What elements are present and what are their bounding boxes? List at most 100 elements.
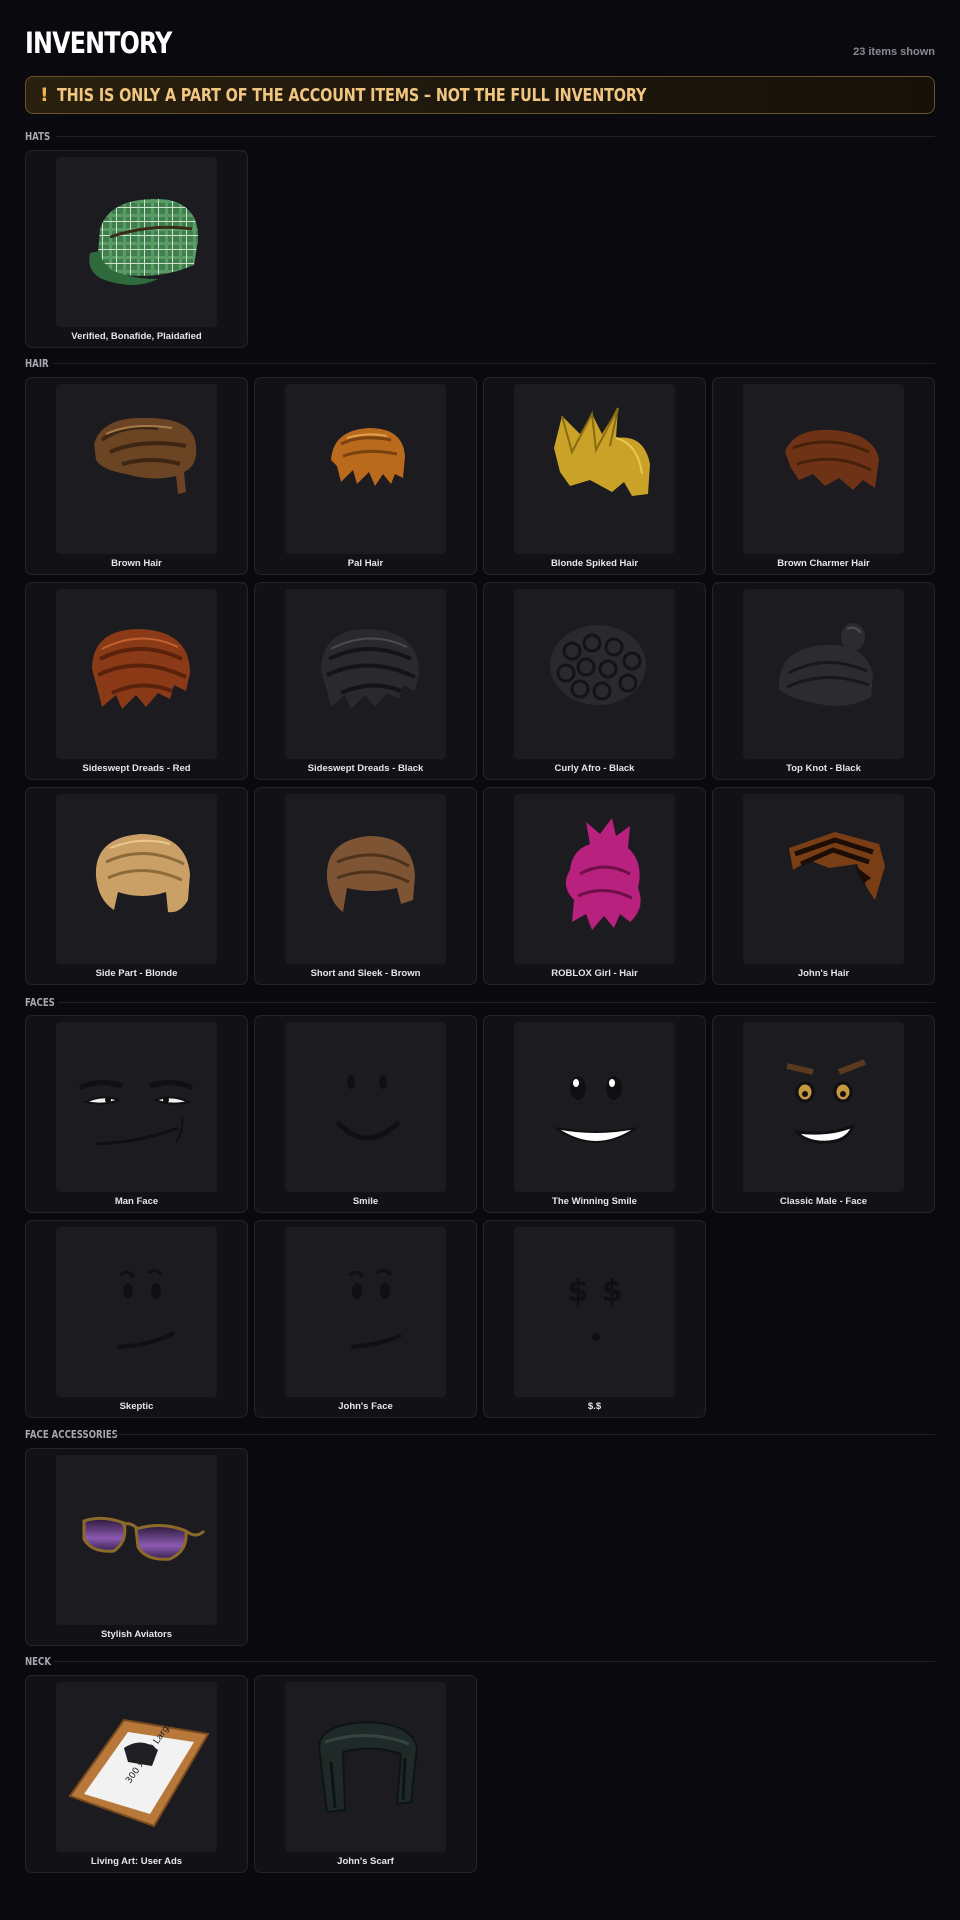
item-name: John's Hair [797, 968, 850, 979]
classic-male-face-icon [785, 1059, 866, 1144]
item-thumbnail [56, 1022, 217, 1192]
red-dreads-icon [91, 629, 190, 709]
section-header-neck: NECK [25, 1655, 935, 1668]
item-name: Classic Male - Face [779, 1196, 868, 1207]
item-name: Blonde Spiked Hair [550, 558, 639, 569]
item-thumbnail [285, 794, 446, 964]
item-name: $.$ [587, 1401, 602, 1412]
item-count: 23 items shown [853, 46, 935, 58]
item-card[interactable]: Curly Afro - Black [483, 582, 706, 780]
brown-hair-icon [93, 417, 196, 494]
side-part-blonde-icon [95, 834, 190, 913]
section-divider [53, 1660, 935, 1662]
item-card[interactable]: Short and Sleek - Brown [254, 787, 477, 985]
black-dreads-icon [320, 629, 419, 709]
item-card[interactable]: Smile [254, 1015, 477, 1213]
item-thumbnail [743, 384, 904, 554]
plaid-cap-icon [88, 198, 198, 285]
item-thumbnail [56, 1455, 217, 1625]
section-divider [56, 135, 935, 137]
item-name: Side Part - Blonde [95, 968, 178, 979]
item-thumbnail [285, 1682, 446, 1852]
item-card[interactable]: The Winning Smile [483, 1015, 706, 1213]
item-name: Sideswept Dreads - Red [82, 763, 191, 774]
item-card[interactable]: Verified, Bonafide, Plaidafied [25, 150, 248, 348]
item-thumbnail [285, 1227, 446, 1397]
blonde-spiked-hair-icon [553, 407, 650, 496]
warning-text: THIS IS ONLY A PART OF THE ACCOUNT ITEMS… [56, 84, 646, 106]
item-thumbnail [514, 1022, 675, 1192]
item-thumbnail [56, 157, 217, 327]
page-header: INVENTORY 23 items shown [25, 0, 935, 76]
page-title: INVENTORY [25, 26, 172, 60]
section-label: FACES [25, 995, 55, 1009]
skeptic-face-icon [117, 1268, 175, 1349]
short-sleek-brown-icon [326, 836, 415, 912]
section-divider [53, 362, 935, 364]
item-name: Brown Hair [111, 558, 162, 569]
item-thumbnail [285, 1022, 446, 1192]
section-header-face-accessories: FACE ACCESSORIES [25, 1427, 935, 1441]
section-header-hair: HAIR [25, 356, 935, 370]
top-knot-icon [778, 623, 873, 706]
item-card[interactable]: Stylish Aviators [25, 1448, 248, 1646]
partial-inventory-warning: ! THIS IS ONLY A PART OF THE ACCOUNT ITE… [25, 76, 935, 114]
section-divider [114, 1433, 935, 1435]
item-thumbnail [56, 794, 217, 964]
svg-text:$: $ [567, 1274, 588, 1309]
item-thumbnail [743, 1022, 904, 1192]
item-card[interactable]: Sideswept Dreads - Red [25, 582, 248, 780]
item-card[interactable]: Blonde Spiked Hair [483, 377, 706, 575]
section-header-hats: HATS [25, 129, 935, 143]
section-label: FACE ACCESSORIES [25, 1427, 118, 1441]
item-name: Top Knot - Black [786, 763, 861, 774]
winning-smile-face-icon [554, 1076, 637, 1143]
aviators-icon [82, 1516, 205, 1561]
smile-face-icon [334, 1075, 401, 1141]
item-thumbnail: 300 x 250 Large Rectangle [56, 1682, 217, 1852]
item-thumbnail [56, 589, 217, 759]
item-name: Stylish Aviators [100, 1629, 173, 1640]
item-thumbnail [56, 384, 217, 554]
section-header-faces: FACES [25, 995, 935, 1009]
item-card[interactable]: John's Face [254, 1220, 477, 1418]
pal-hair-icon [330, 428, 405, 486]
item-thumbnail: $ $ [514, 1227, 675, 1397]
framed-ad-icon: 300 x 250 Large Rectangle [67, 1692, 210, 1828]
item-card[interactable]: Top Knot - Black [712, 582, 935, 780]
item-name: John's Scarf [337, 1856, 394, 1867]
item-card[interactable]: ROBLOX Girl - Hair [483, 787, 706, 985]
item-name: Short and Sleek - Brown [310, 968, 421, 979]
item-name: John's Face [338, 1401, 393, 1412]
curly-afro-icon [549, 625, 646, 705]
item-card[interactable]: $ $ $.$ [483, 1220, 706, 1418]
item-card[interactable]: Classic Male - Face [712, 1015, 935, 1213]
item-card[interactable]: Pal Hair [254, 377, 477, 575]
item-card[interactable]: Man Face [25, 1015, 248, 1213]
section-label: HAIR [25, 356, 49, 370]
item-card[interactable]: John's Hair [712, 787, 935, 985]
item-thumbnail [285, 589, 446, 759]
man-face-icon [78, 1080, 193, 1146]
section-label: HATS [25, 129, 51, 143]
item-card[interactable]: Brown Charmer Hair [712, 377, 935, 575]
section-divider [58, 1001, 935, 1003]
item-card[interactable]: Skeptic [25, 1220, 248, 1418]
roblox-girl-hair-icon [565, 818, 641, 930]
item-card[interactable]: Side Part - Blonde [25, 787, 248, 985]
item-name: Pal Hair [347, 558, 384, 569]
item-name: Smile [352, 1196, 379, 1207]
inventory-page: INVENTORY 23 items shown ! THIS IS ONLY … [0, 0, 960, 1920]
item-card[interactable]: John's Scarf [254, 1675, 477, 1873]
item-card[interactable]: Brown Hair [25, 377, 248, 575]
dollar-face-icon: $ $ [567, 1274, 622, 1341]
svg-text:$: $ [601, 1274, 622, 1309]
item-card[interactable]: 300 x 250 Large Rectangle Living Art: Us… [25, 1675, 248, 1873]
item-thumbnail [514, 589, 675, 759]
item-name: Verified, Bonafide, Plaidafied [71, 331, 202, 342]
johns-face-icon [347, 1268, 402, 1349]
item-thumbnail [514, 794, 675, 964]
item-name: Living Art: User Ads [90, 1856, 183, 1867]
item-thumbnail [743, 589, 904, 759]
item-card[interactable]: Sideswept Dreads - Black [254, 582, 477, 780]
